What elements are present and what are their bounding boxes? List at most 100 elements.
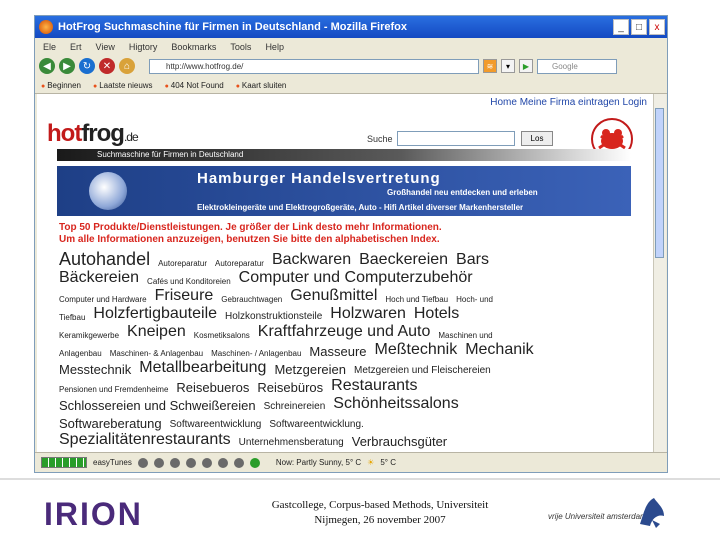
stop-icon[interactable]: ✕ xyxy=(99,58,115,74)
menu-history[interactable]: Higtory xyxy=(129,42,158,52)
tag-link[interactable]: Metzgereien xyxy=(274,363,346,376)
tag-link[interactable]: Schreinereien xyxy=(264,402,326,412)
tag-link[interactable]: Schlossereien und Schweißereien xyxy=(59,399,256,412)
forward-icon[interactable]: ▶ xyxy=(59,58,75,74)
address-bar[interactable]: http://www.hotfrog.de/ xyxy=(149,58,479,74)
tag-link[interactable]: Kosmetiksalons xyxy=(194,332,250,340)
tag-link[interactable]: Pensionen und Fremdenheime xyxy=(59,386,168,394)
tag-link[interactable]: Verbrauchsgüter xyxy=(352,435,447,448)
tag-link[interactable]: Tiefbau xyxy=(59,314,85,322)
tag-link[interactable]: Autoreparatur xyxy=(215,260,264,268)
tag-link[interactable]: Hotels xyxy=(414,306,459,322)
tag-link[interactable]: Gebrauchtwagen xyxy=(221,296,282,304)
tag-link[interactable]: Softwareentwicklung xyxy=(170,420,262,430)
tag-link[interactable]: Metzgereien und Fleischereien xyxy=(354,366,491,376)
go-icon[interactable]: ▶ xyxy=(519,59,533,73)
tag-link[interactable]: Restaurants xyxy=(331,378,417,394)
tag-link[interactable]: Masseure xyxy=(309,345,366,358)
tag-link[interactable]: Reisebüros xyxy=(257,381,323,394)
media-icon[interactable] xyxy=(153,457,164,468)
reload-icon[interactable]: ↻ xyxy=(79,58,95,74)
tag-link[interactable]: Maschinen- & Anlagenbau xyxy=(110,350,203,358)
top-navigation[interactable]: Home Meine Firma eintragen Login xyxy=(490,97,647,108)
tag-link[interactable]: Bäckereien xyxy=(59,270,139,286)
media-icon[interactable] xyxy=(137,457,148,468)
media-icon[interactable] xyxy=(233,457,244,468)
tag-link[interactable]: Messtechnik xyxy=(59,363,131,376)
media-icon[interactable] xyxy=(169,457,180,468)
menu-bookmarks[interactable]: Bookmarks xyxy=(171,42,216,52)
irion-logo: IRION xyxy=(44,496,143,532)
tag-link[interactable]: Schönheitssalons xyxy=(333,396,458,412)
tag-link[interactable]: Genußmittel xyxy=(290,288,377,304)
menu-edit[interactable]: Ert xyxy=(70,42,82,52)
tag-cloud: Autohandel Autoreparatur Autoreparatur B… xyxy=(59,248,639,448)
tag-link[interactable]: Bars xyxy=(456,252,489,268)
rss-icon[interactable]: ≋ xyxy=(483,59,497,73)
firefox-icon xyxy=(39,20,53,34)
media-icon[interactable] xyxy=(185,457,196,468)
menu-view[interactable]: View xyxy=(96,42,115,52)
slide-caption: Gastcollege, Corpus-based Methods, Unive… xyxy=(240,498,520,528)
home-icon[interactable]: ⌂ xyxy=(119,58,135,74)
media-icon[interactable] xyxy=(201,457,212,468)
vu-griffin-logo-icon xyxy=(640,498,664,528)
tag-link[interactable]: Unternehmensberatung xyxy=(239,438,344,448)
addon-label[interactable]: easyTunes xyxy=(93,458,132,467)
tag-link[interactable]: Kraftfahrzeuge und Auto xyxy=(258,324,431,340)
menu-help[interactable]: Help xyxy=(265,42,284,52)
back-icon[interactable]: ◀ xyxy=(39,58,55,74)
tag-link[interactable]: Friseure xyxy=(155,288,214,304)
tag-link[interactable]: Keramikgewerbe xyxy=(59,332,119,340)
dropdown-icon[interactable]: ▾ xyxy=(501,59,515,73)
tag-link[interactable]: Baeckereien xyxy=(359,252,448,268)
minimize-button[interactable]: _ xyxy=(613,19,629,35)
media-icon[interactable] xyxy=(249,457,260,468)
search-button[interactable]: Los xyxy=(521,131,553,146)
tag-link[interactable]: Maschinen- / Anlagenbau xyxy=(211,350,301,358)
logo-tld: .de xyxy=(123,130,139,144)
banner-headline: Hamburger Handelsvertretung xyxy=(197,170,441,187)
logo-part-frog: frog xyxy=(81,120,125,147)
tag-link[interactable]: Mechanik xyxy=(465,342,533,358)
tag-link[interactable]: Maschinen und xyxy=(438,332,492,340)
tag-link[interactable]: Softwareentwicklung. xyxy=(269,420,364,430)
scrollbar-thumb[interactable] xyxy=(655,108,664,258)
bookmark-404[interactable]: 404 Not Found xyxy=(165,81,224,90)
bookmark-kaart-sluiten[interactable]: Kaart sluiten xyxy=(236,81,286,90)
vertical-scrollbar[interactable] xyxy=(653,94,666,452)
tag-link[interactable]: Backwaren xyxy=(272,252,351,268)
close-button[interactable]: x xyxy=(649,19,665,35)
tag-link[interactable]: Hoch- und xyxy=(456,296,493,304)
site-search-input[interactable] xyxy=(397,131,515,146)
tag-link[interactable]: Autoreparatur xyxy=(158,260,207,268)
tag-link[interactable]: Meßtechnik xyxy=(375,342,458,358)
tag-link[interactable]: Anlagenbau xyxy=(59,350,102,358)
hotfrog-logo[interactable]: hotfrog.de xyxy=(47,120,139,148)
weather-status[interactable]: Now: Partly Sunny, 5° C xyxy=(276,458,361,467)
bookmark-laatste-nieuws[interactable]: Laatste nieuws xyxy=(93,81,152,90)
tag-link[interactable]: Holzfertigbauteile xyxy=(93,306,217,322)
bookmark-beginnen[interactable]: Beginnen xyxy=(41,81,81,90)
tag-link[interactable]: Cafés und Konditoreien xyxy=(147,278,231,286)
tag-link[interactable]: Kneipen xyxy=(127,324,186,340)
tag-link[interactable]: Softwareberatung xyxy=(59,417,162,430)
tag-link[interactable]: Spezialitätenrestaurants xyxy=(59,432,231,448)
search-label: Suche xyxy=(367,134,393,144)
browser-window: HotFrog Suchmaschine für Firmen in Deuts… xyxy=(34,15,668,473)
menu-tools[interactable]: Tools xyxy=(230,42,251,52)
search-engine-input[interactable]: Google xyxy=(537,58,617,74)
tag-link[interactable]: Hoch und Tiefbau xyxy=(385,296,448,304)
tag-link[interactable]: Autohandel xyxy=(59,250,150,268)
menu-file[interactable]: Ele xyxy=(43,42,56,52)
caption-line-1: Gastcollege, Corpus-based Methods, Unive… xyxy=(271,499,489,511)
tag-link[interactable]: Reisebueros xyxy=(176,381,249,394)
ad-banner[interactable]: Hamburger Handelsvertretung Großhandel n… xyxy=(57,166,631,216)
tag-link[interactable]: Computer und Computerzubehör xyxy=(239,270,473,286)
tag-link[interactable]: Metallbearbeitung xyxy=(139,360,266,376)
tag-link[interactable]: Holzkonstruktionsteile xyxy=(225,312,322,322)
media-icon[interactable] xyxy=(217,457,228,468)
maximize-button[interactable]: □ xyxy=(631,19,647,35)
tag-link[interactable]: Computer und Hardware xyxy=(59,296,147,304)
tag-link[interactable]: Holzwaren xyxy=(330,306,406,322)
